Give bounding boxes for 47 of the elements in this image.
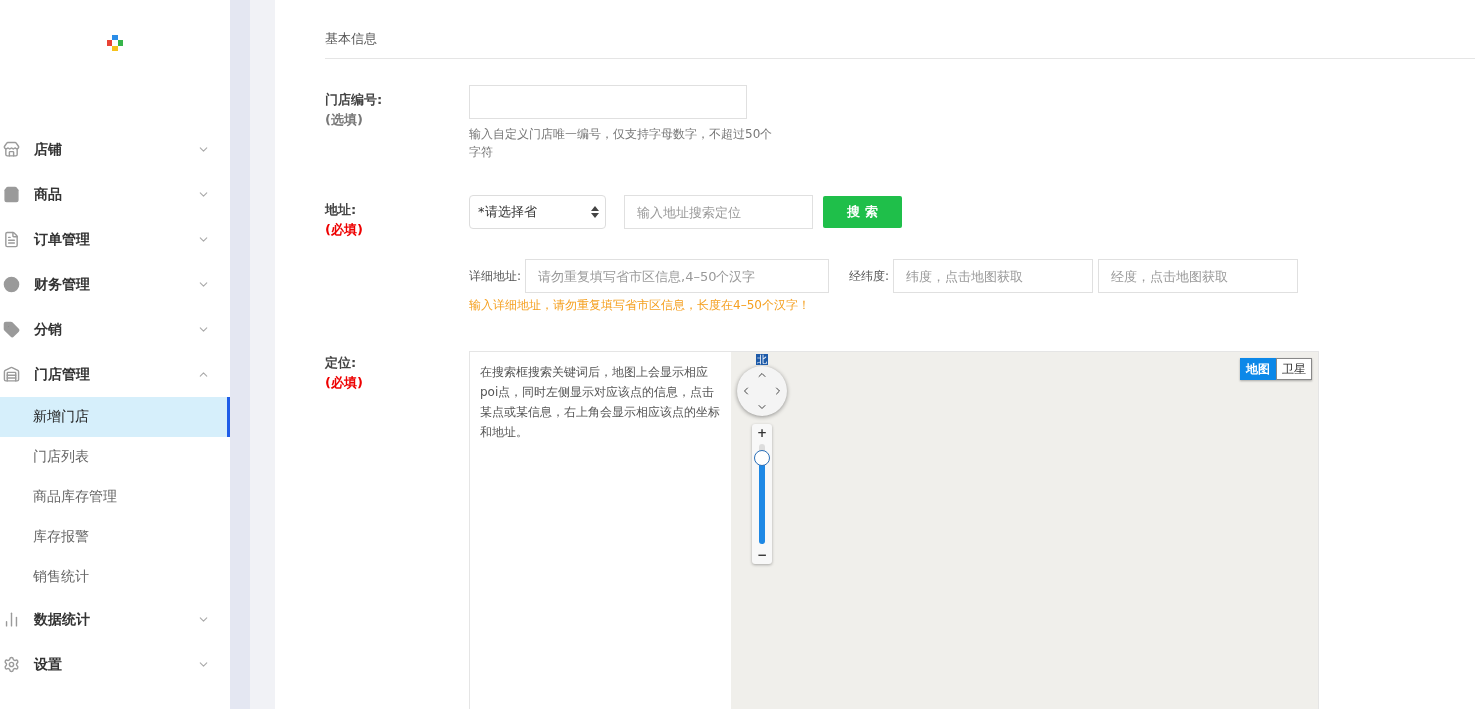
submenu-item[interactable]: 门店列表 (0, 437, 230, 477)
field-label: 定位: (325, 354, 358, 372)
longitude-input[interactable]: 经度，点击地图获取 (1098, 259, 1299, 293)
warning-text: 输入详细地址，请勿重复填写省市区信息，长度在4–50个汉字！ (469, 297, 811, 314)
field-label: 地址: (325, 201, 358, 219)
bag-icon (3, 186, 20, 203)
coordinates-label: 经纬度: (849, 267, 890, 285)
menu-item[interactable]: 商品 (0, 172, 230, 217)
province-select[interactable]: *请选择省 (469, 195, 606, 229)
map-type-tab[interactable]: 卫星 (1276, 358, 1312, 380)
menu-item[interactable]: 订单管理 (0, 217, 230, 262)
menu-item[interactable]: 门店管理 (0, 352, 230, 397)
sort-arrows-icon (591, 206, 599, 218)
optional-note: (选填) (325, 111, 364, 129)
submenu-item[interactable]: 商品库存管理 (0, 477, 230, 517)
detail-address-label: 详细地址: (469, 267, 522, 285)
field-hint: 输入自定义门店唯一编号，仅支持字母数字，不超过50个字符 (469, 126, 774, 161)
submenu-item[interactable]: 新增门店 (0, 397, 230, 437)
bar-chart-icon (3, 611, 20, 628)
submenu-item[interactable]: 销售统计 (0, 557, 230, 597)
store-number-input[interactable] (469, 85, 747, 119)
document-icon (3, 231, 20, 248)
map-placeholder[interactable]: 北 + − 地图 卫星 (731, 352, 1318, 709)
logo-icon (106, 34, 124, 52)
pan-control[interactable] (737, 366, 787, 416)
settings-icon (3, 656, 20, 673)
north-label: 北 (756, 354, 768, 365)
latitude-input[interactable]: 纬度，点击地图获取 (893, 259, 1094, 293)
menu-item[interactable]: 设置 (0, 642, 230, 687)
store-icon (3, 366, 20, 383)
zoom-out-button[interactable]: − (756, 548, 768, 562)
menu-item[interactable]: 店铺 (0, 127, 230, 172)
address-search-input[interactable]: 输入地址搜索定位 (624, 195, 813, 229)
detail-address-input[interactable]: 请勿重复填写省市区信息,4–50个汉字 (525, 259, 830, 293)
map-type-tab[interactable]: 地图 (1240, 358, 1276, 380)
submenu-item[interactable]: 库存报警 (0, 517, 230, 557)
menu-item[interactable]: 数据统计 (0, 597, 230, 642)
tag-icon (3, 321, 20, 338)
zoom-in-button[interactable]: + (756, 426, 768, 440)
required-note: (必填) (325, 374, 364, 392)
store-icon (3, 141, 20, 158)
required-note: (必填) (325, 221, 364, 239)
zoom-handle[interactable] (754, 450, 770, 466)
menu-item[interactable]: 财务管理 (0, 262, 230, 307)
field-label: 门店编号: (325, 91, 384, 109)
section-title: 基本信息 (325, 30, 1475, 59)
menu-item[interactable]: 分销 (0, 307, 230, 352)
